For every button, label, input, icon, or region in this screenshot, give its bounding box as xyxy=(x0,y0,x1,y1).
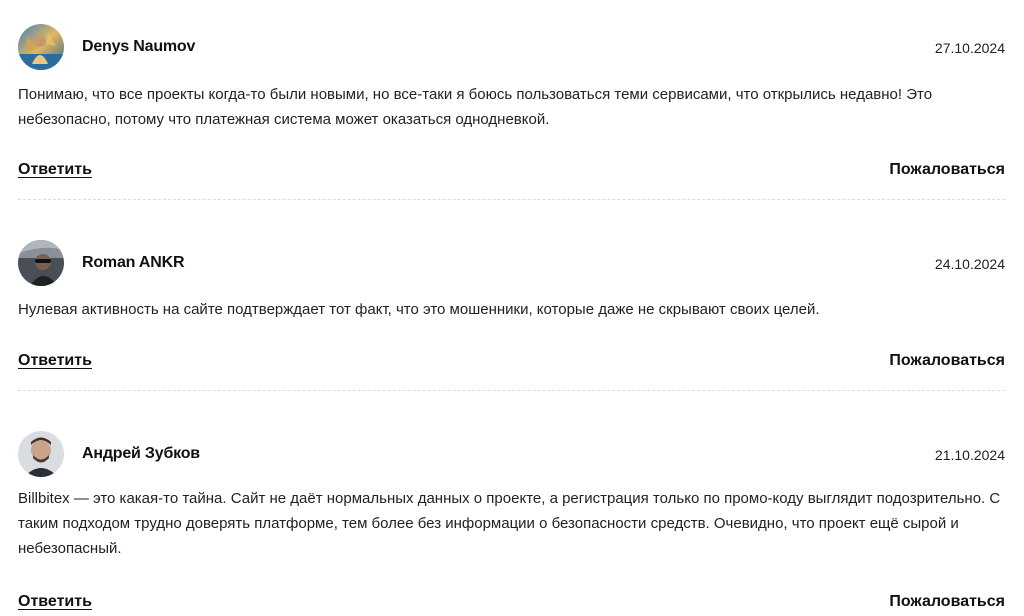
comment-author: Roman ANKR xyxy=(82,254,185,271)
comment-item: Андрей Зубков 21.10.2024 Billbitex — это… xyxy=(18,390,1005,616)
avatar xyxy=(18,24,64,70)
comment-author: Андрей Зубков xyxy=(82,445,200,462)
reply-link[interactable]: Ответить xyxy=(18,352,92,370)
report-button[interactable]: Пожаловаться xyxy=(889,161,1005,179)
report-button[interactable]: Пожаловаться xyxy=(889,593,1005,611)
comment-item: Roman ANKR 24.10.2024 Нулевая активность… xyxy=(18,199,1005,390)
comment-author: Denys Naumov xyxy=(82,38,196,55)
comment-item: Denys Naumov 27.10.2024 Понимаю, что все… xyxy=(18,0,1005,199)
avatar xyxy=(18,431,64,477)
avatar xyxy=(18,240,64,286)
comment-text: Нулевая активность на сайте подтверждает… xyxy=(18,301,820,318)
comment-date: 24.10.2024 xyxy=(934,256,1005,272)
report-button[interactable]: Пожаловаться xyxy=(889,352,1005,370)
comment-date: 21.10.2024 xyxy=(934,447,1005,463)
avatar-photo-person-in-car-icon xyxy=(18,240,64,286)
avatar-photo-man-portrait-icon xyxy=(18,431,64,477)
comment-date: 27.10.2024 xyxy=(934,40,1005,56)
reply-link[interactable]: Ответить xyxy=(18,593,92,611)
reply-link[interactable]: Ответить xyxy=(18,161,92,179)
comment-text: Billbitex — это какая-то тайна. Сайт не … xyxy=(18,490,1001,557)
comment-text: Понимаю, что все проекты когда-то были н… xyxy=(18,86,933,128)
avatar-photo-person-outdoors-icon xyxy=(18,24,64,70)
